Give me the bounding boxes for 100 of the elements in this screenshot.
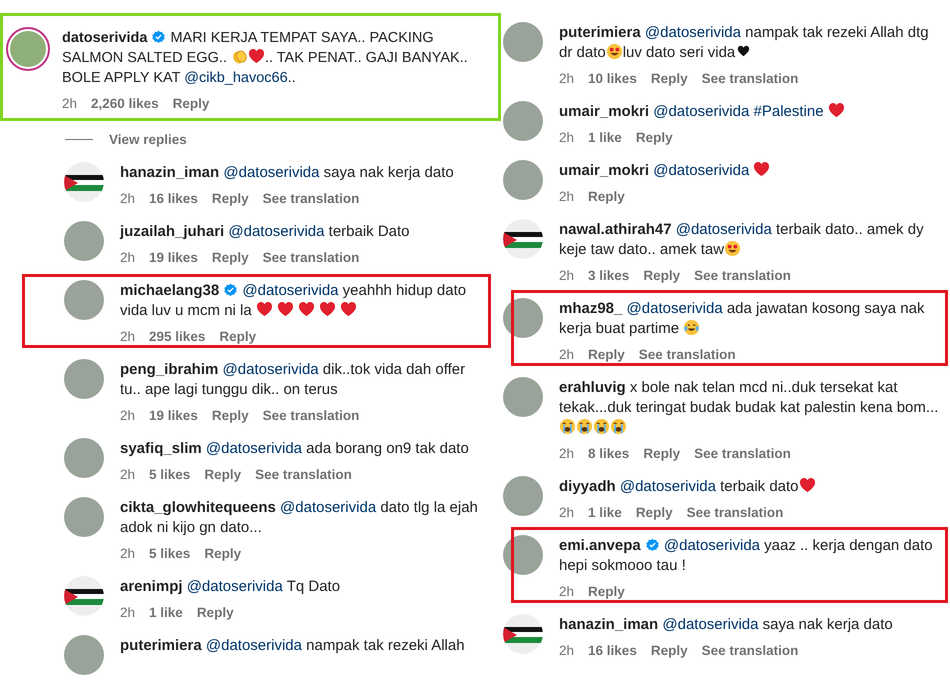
likes-count[interactable]: 2,260 likes [91, 96, 159, 111]
reply-link[interactable]: Reply [636, 505, 673, 520]
see-translation-link[interactable]: See translation [638, 347, 736, 362]
avatar-photo [503, 476, 543, 516]
avatar-photo [64, 280, 104, 320]
heart-icon [753, 161, 770, 178]
see-translation-link[interactable]: See translation [694, 446, 791, 461]
time-label: 2h [120, 250, 136, 265]
likes-count[interactable]: 10 likes [588, 71, 637, 86]
reply-link[interactable]: Reply [588, 584, 625, 599]
crying-emoji-icon [610, 418, 627, 435]
time-label: 2h [559, 584, 574, 599]
comment-text: peng_ibrahim @datoserivida dik..tok vida dah offer tu.. ape lagi tunggu dik.. on terus [120, 360, 466, 400]
heart-icon [828, 102, 845, 119]
laughing-tears-emoji-icon [683, 319, 700, 336]
see-translation-link[interactable]: See translation [686, 505, 784, 520]
reply-link[interactable]: Reply [219, 329, 256, 344]
time-label: 2h [559, 130, 574, 145]
see-translation-link[interactable]: See translation [262, 191, 360, 206]
time-label: 2h [559, 189, 574, 204]
comment-text: arenimpj @datoserivida Tq Dato [120, 577, 342, 597]
see-translation-link[interactable]: See translation [702, 71, 798, 86]
avatar-photo [503, 298, 543, 338]
time-label: 2h [559, 446, 574, 461]
time-label: 2h [120, 467, 136, 482]
time-label: 2h [559, 347, 574, 362]
likes-count[interactable]: 3 likes [588, 268, 630, 283]
reply-link[interactable]: Reply [204, 546, 242, 561]
comment-text: nawal.athirah47 @datoserivida terbaik dato.. amek dy keje taw dato.. amek taw [559, 220, 925, 260]
see-translation-link[interactable]: See translation [255, 467, 352, 482]
time-label: 2h [559, 643, 574, 658]
comment-text: hanazin_iman @datoserivida saya nak kerja dato [120, 163, 455, 183]
reply-link[interactable]: Reply [650, 643, 688, 658]
view-replies-link[interactable]: View replies [109, 132, 187, 147]
reply-link[interactable]: Reply [204, 467, 242, 482]
reply-link[interactable]: Reply [212, 250, 249, 265]
time-label: 2h [120, 546, 136, 561]
comment-text: umair_mokri @datoserivida #Palestine [559, 101, 942, 122]
avatar-photo [10, 31, 46, 67]
time-label: 2h [559, 268, 574, 283]
likes-count[interactable]: 5 likes [149, 467, 190, 482]
time-label: 2h [120, 605, 136, 620]
reply-link[interactable]: Reply [212, 408, 249, 423]
star-eyes-emoji-icon [724, 240, 742, 257]
avatar-photo [503, 160, 543, 200]
likes-count[interactable]: 1 like [149, 605, 183, 620]
likes-count[interactable]: 19 likes [149, 408, 198, 423]
star-eyes-emoji-icon [606, 43, 623, 60]
crying-emoji-icon [576, 418, 593, 435]
comment-text: umair_mokri @datoserivida [559, 160, 942, 181]
likes-count[interactable]: 16 likes [588, 643, 637, 658]
comment-text: erahluvig x bole nak telan mcd ni..duk tersekat kat tekak...duk teringat budak budak kat palestin kena bom... [559, 377, 942, 438]
see-translation-link[interactable]: See translation [262, 250, 360, 265]
likes-count[interactable]: 1 like [588, 505, 622, 520]
comment-text: emi.anvepa @datoserivida yaaz .. kerja dengan dato hepi sokmooo tau ! [559, 536, 934, 576]
time-label: 2h [559, 71, 574, 86]
likes-count[interactable]: 8 likes [588, 446, 630, 461]
comment-text: puterimiera @datoserivida nampak tak rezeki Allah [120, 636, 466, 656]
reply-link[interactable]: Reply [196, 605, 234, 620]
reply-link[interactable]: Reply [643, 268, 680, 283]
reply-link[interactable]: Reply [643, 446, 680, 461]
reply-link[interactable]: Reply [588, 189, 625, 204]
comment-text: mhaz98_ @datoserivida ada jawatan kosong saya nak kerja buat partime [559, 299, 926, 339]
flag-avatar [64, 576, 104, 616]
comment-text: cikta_glowhitequeens @datoserivida dato tlg la ejah adok ni kijo gn dato... [120, 498, 479, 538]
heart-icon [248, 48, 265, 65]
avatar-photo [64, 635, 104, 675]
comment-text: juzailah_juhari @datoserivida terbaik Dato [120, 222, 411, 242]
flag-avatar [64, 162, 104, 202]
avatar-photo [64, 497, 104, 537]
avatar-photo [64, 438, 104, 478]
avatar-photo [64, 221, 104, 261]
comment-text: diyyadh @datoserivida terbaik dato [559, 476, 942, 497]
likes-count[interactable]: 5 likes [149, 546, 190, 561]
reply-link[interactable]: Reply [636, 130, 673, 145]
see-translation-link[interactable]: See translation [262, 408, 360, 423]
reply-link[interactable]: Reply [172, 96, 210, 111]
likes-count[interactable]: 1 like [588, 130, 622, 145]
comment-text: hanazin_iman @datoserivida saya nak kerja dato [559, 615, 894, 635]
likes-count[interactable]: 19 likes [149, 250, 198, 265]
see-translation-link[interactable]: See translation [694, 268, 791, 283]
time-label: 2h [120, 329, 136, 344]
crying-emoji-icon [593, 418, 610, 435]
heart-icon [798, 477, 816, 494]
flag-avatar [503, 219, 543, 259]
time-label: 2h [62, 96, 78, 111]
see-translation-link[interactable]: See translation [702, 643, 798, 658]
reply-link[interactable]: Reply [588, 347, 625, 362]
comment-text: michaelang38 @datoserivida yeahhh hidup dato vida luv u mcm ni la [120, 281, 468, 321]
flag-avatar [503, 614, 543, 654]
avatar-photo [64, 359, 104, 399]
crying-emoji-icon [559, 418, 576, 435]
avatar-photo [503, 535, 543, 575]
likes-count[interactable]: 295 likes [149, 329, 206, 344]
comment-text: datoserivida MARI KERJA TEMPAT SAYA.. PACKING SALMON SALTED EGG.. .. TAK PENAT.. GAJI BANYAK.. BOLE APPLY KAT @cikb_havoc66.. [62, 29, 469, 88]
likes-count[interactable]: 16 likes [149, 191, 198, 206]
reply-link[interactable]: Reply [650, 71, 688, 86]
reply-link[interactable]: Reply [212, 191, 249, 206]
comment-text: puterimiera @datoserivida nampak tak rezeki Allah dtg dr dato luv dato seri vida [559, 23, 930, 63]
time-label: 2h [120, 191, 136, 206]
